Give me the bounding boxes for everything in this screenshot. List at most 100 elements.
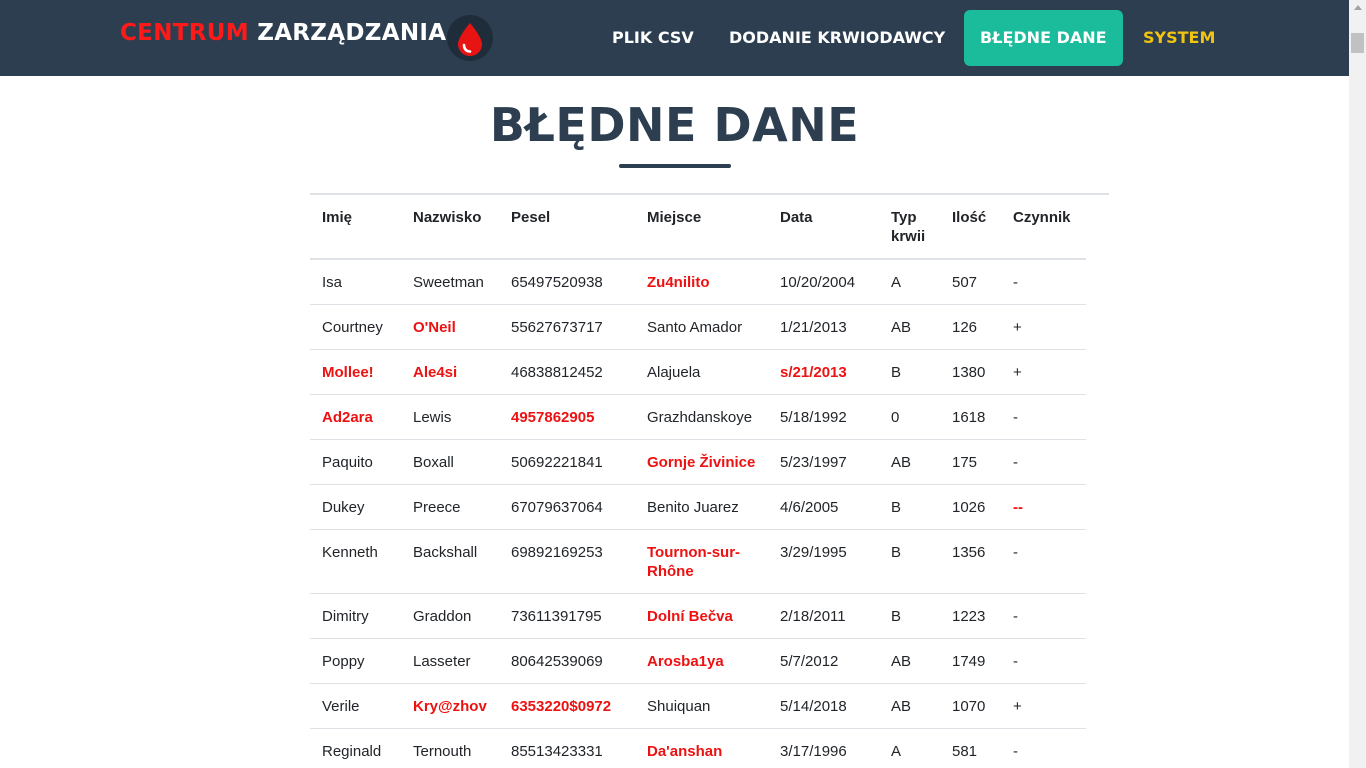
cell-typ-krwii: 0 — [879, 394, 940, 440]
nav-bledne-dane[interactable]: BŁĘDNE DANE — [964, 10, 1123, 66]
scrollbar-thumb[interactable] — [1351, 33, 1364, 53]
scroll-up-arrow-icon[interactable] — [1354, 5, 1362, 10]
cell-typ-krwii: B — [879, 484, 940, 530]
table-row: Courtney O'Neil 55627673717 Santo Amador 1/2… — [310, 304, 1086, 350]
cell-typ-krwii: AB — [879, 439, 940, 485]
col-header-miejsce: Miejsce — [635, 195, 768, 260]
cell-nazwisko: Ternouth — [401, 728, 499, 768]
cell-miejsce: Arosba1ya — [635, 638, 768, 684]
cell-data: 2/18/2011 — [768, 593, 879, 639]
table-row: Reginald Ternouth 85513423331 Da'anshan 3/17… — [310, 728, 1086, 768]
cell-imie: Paquito — [310, 439, 401, 485]
cell-czynnik: - — [1001, 394, 1086, 440]
cell-ilosc: 1356 — [940, 529, 1001, 594]
col-header-typ-krwii: Typ krwii — [879, 195, 940, 260]
col-header-data: Data — [768, 195, 879, 260]
cell-typ-krwii: A — [879, 728, 940, 768]
cell-czynnik: + — [1001, 349, 1086, 395]
cell-miejsce: Da'anshan — [635, 728, 768, 768]
cell-pesel: 6353220$0972 — [499, 683, 635, 729]
col-header-ilosc: Ilość — [940, 195, 1001, 260]
cell-czynnik: + — [1001, 304, 1086, 350]
cell-nazwisko: Ale4si — [401, 349, 499, 395]
table-row: Ad2ara Lewis 4957862905 Grazhdanskoye 5/18/1… — [310, 394, 1086, 440]
cell-nazwisko: Backshall — [401, 529, 499, 594]
cell-miejsce: Zu4nilito — [635, 259, 768, 305]
cell-data: 3/17/1996 — [768, 728, 879, 768]
cell-ilosc: 1618 — [940, 394, 1001, 440]
cell-data: 1/21/2013 — [768, 304, 879, 350]
table-row: Kenneth Backshall 69892169253 Tournon-sur-R… — [310, 529, 1086, 594]
cell-czynnik: - — [1001, 593, 1086, 639]
cell-pesel: 55627673717 — [499, 304, 635, 350]
cell-nazwisko: O'Neil — [401, 304, 499, 350]
cell-nazwisko: Preece — [401, 484, 499, 530]
cell-imie: Courtney — [310, 304, 401, 350]
cell-ilosc: 1223 — [940, 593, 1001, 639]
cell-pesel: 80642539069 — [499, 638, 635, 684]
cell-imie: Ad2ara — [310, 394, 401, 440]
table-row: Poppy Lasseter 80642539069 Arosba1ya 5/7/201… — [310, 638, 1086, 684]
cell-czynnik: - — [1001, 529, 1086, 594]
cell-data: 5/18/1992 — [768, 394, 879, 440]
cell-ilosc: 1026 — [940, 484, 1001, 530]
col-header-nazwisko: Nazwisko — [401, 195, 499, 260]
cell-miejsce: Santo Amador — [635, 304, 768, 350]
cell-miejsce: Gornje Živinice — [635, 439, 768, 485]
cell-czynnik: - — [1001, 259, 1086, 305]
cell-miejsce: Dolní Bečva — [635, 593, 768, 639]
nav-plik-csv[interactable]: PLIK CSV — [596, 10, 710, 66]
cell-imie: Dimitry — [310, 593, 401, 639]
cell-imie: Poppy — [310, 638, 401, 684]
cell-nazwisko: Lasseter — [401, 638, 499, 684]
cell-typ-krwii: B — [879, 593, 940, 639]
nav-dodanie-krwiodawcy[interactable]: DODANIE KRWIODAWCY — [713, 10, 961, 66]
brand-title[interactable]: CENTRUM ZARZĄDZANIA — [120, 20, 446, 46]
table-body: Isa Sweetman 65497520938 Zu4nilito 10/20/200… — [310, 259, 1086, 768]
brand-title-red: CENTRUM — [120, 20, 249, 46]
cell-ilosc: 1749 — [940, 638, 1001, 684]
cell-typ-krwii: AB — [879, 304, 940, 350]
cell-miejsce: Tournon-sur-Rhône — [635, 529, 768, 594]
cell-czynnik: - — [1001, 728, 1086, 768]
cell-ilosc: 507 — [940, 259, 1001, 305]
title-divider — [619, 164, 731, 168]
cell-typ-krwii: B — [879, 529, 940, 594]
table-row: Dimitry Graddon 73611391795 Dolní Bečva 2/18… — [310, 593, 1086, 639]
page-scrollbar[interactable] — [1349, 0, 1366, 768]
cell-czynnik: - — [1001, 638, 1086, 684]
blood-drop-icon[interactable] — [446, 14, 494, 62]
nav-system[interactable]: SYSTEM — [1127, 10, 1231, 66]
table-row: Dukey Preece 67079637064 Benito Juarez 4/6/2… — [310, 484, 1086, 530]
cell-miejsce: Grazhdanskoye — [635, 394, 768, 440]
cell-ilosc: 1380 — [940, 349, 1001, 395]
table-row: Paquito Boxall 50692221841 Gornje Živinice 5… — [310, 439, 1086, 485]
cell-miejsce: Alajuela — [635, 349, 768, 395]
cell-czynnik: + — [1001, 683, 1086, 729]
table-row: Mollee! Ale4si 46838812452 Alajuela s/21/201… — [310, 349, 1086, 395]
cell-imie: Dukey — [310, 484, 401, 530]
cell-data: 5/7/2012 — [768, 638, 879, 684]
cell-typ-krwii: A — [879, 259, 940, 305]
table-row: Isa Sweetman 65497520938 Zu4nilito 10/20/200… — [310, 259, 1086, 305]
cell-typ-krwii: B — [879, 349, 940, 395]
cell-imie: Mollee! — [310, 349, 401, 395]
cell-miejsce: Shuiquan — [635, 683, 768, 729]
cell-data: 5/23/1997 — [768, 439, 879, 485]
cell-imie: Reginald — [310, 728, 401, 768]
col-header-czynnik: Czynnik — [1001, 195, 1086, 260]
cell-miejsce: Benito Juarez — [635, 484, 768, 530]
cell-data: 3/29/1995 — [768, 529, 879, 594]
col-header-pesel: Pesel — [499, 195, 635, 260]
cell-ilosc: 1070 — [940, 683, 1001, 729]
cell-nazwisko: Lewis — [401, 394, 499, 440]
invalid-data-table: Imię Nazwisko Pesel Miejsce Data Typ krw… — [310, 195, 1086, 768]
cell-ilosc: 126 — [940, 304, 1001, 350]
top-navbar: CENTRUM ZARZĄDZANIA PLIK CSV DODANIE KRW… — [0, 0, 1349, 76]
table-header-row: Imię Nazwisko Pesel Miejsce Data Typ krw… — [310, 195, 1086, 260]
cell-nazwisko: Graddon — [401, 593, 499, 639]
cell-data: 4/6/2005 — [768, 484, 879, 530]
page-title: BŁĘDNE DANE — [489, 98, 860, 152]
cell-ilosc: 581 — [940, 728, 1001, 768]
cell-pesel: 50692221841 — [499, 439, 635, 485]
